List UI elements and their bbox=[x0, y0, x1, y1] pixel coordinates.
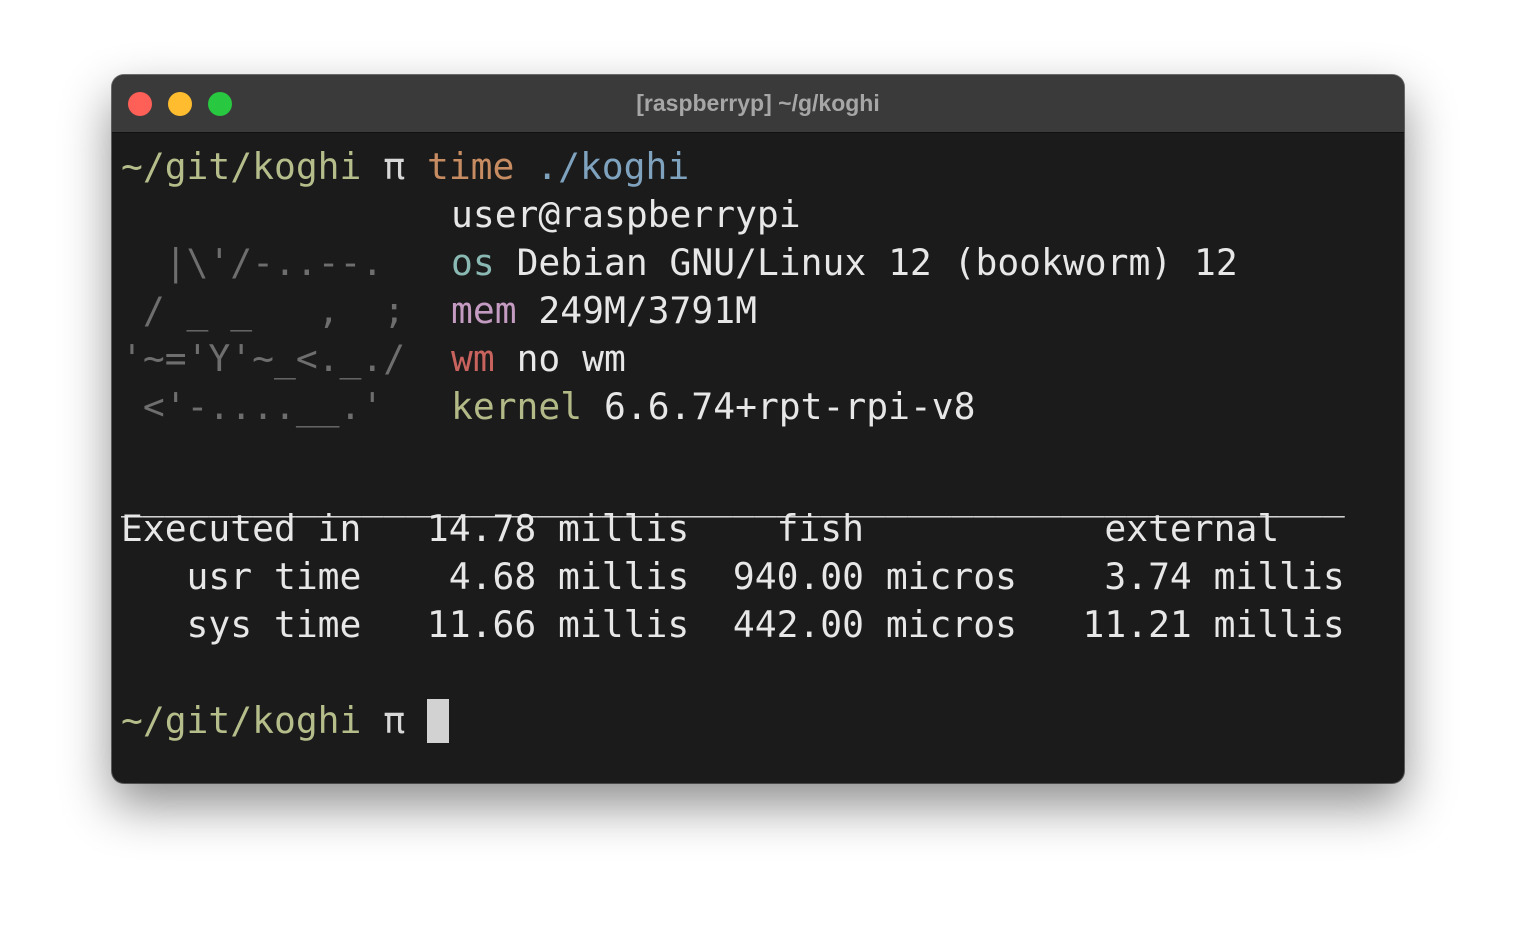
prompt-symbol: π bbox=[383, 145, 406, 188]
os-info: os Debian GNU/Linux 12 (bookworm) 12 bbox=[451, 241, 1238, 285]
user-host: user@raspberrypi bbox=[451, 193, 801, 236]
ascii-logo-line: <'-....__.' bbox=[121, 385, 384, 428]
wm-info: wm no wm bbox=[451, 337, 626, 381]
prompt-path: ~/git/koghi bbox=[121, 699, 362, 742]
timing-header: Executed in 14.78 millis fish external bbox=[121, 507, 1280, 550]
timing-row-usr: usr time 4.68 millis 940.00 micros 3.74 … bbox=[121, 555, 1345, 598]
ascii-logo-line: '~='Y'~_<._./ bbox=[121, 337, 406, 380]
prompt-line[interactable]: ~/git/koghi π bbox=[121, 699, 449, 743]
wm-value: no wm bbox=[516, 337, 626, 380]
timing-row-sys: sys time 11.66 millis 442.00 micros 11.2… bbox=[121, 603, 1345, 646]
text-cursor bbox=[426, 699, 449, 743]
command-name: time bbox=[426, 145, 515, 188]
wm-label: wm bbox=[451, 337, 495, 380]
os-label: os bbox=[451, 241, 495, 284]
title-bar[interactable]: [raspberryp] ~/g/koghi bbox=[112, 75, 1404, 133]
command-line: ~/git/koghi π time ./koghi bbox=[121, 145, 689, 189]
kernel-value: 6.6.74+rpt-rpi-v8 bbox=[603, 385, 976, 428]
mem-value: 249M/3791M bbox=[538, 289, 757, 332]
window-title: [raspberryp] ~/g/koghi bbox=[636, 90, 880, 116]
mem-info: mem 249M/3791M bbox=[451, 289, 757, 333]
ascii-logo-line: / _ _ , ; bbox=[121, 289, 406, 332]
prompt-path: ~/git/koghi bbox=[121, 145, 362, 188]
command-argument: ./koghi bbox=[536, 145, 690, 188]
os-value: Debian GNU/Linux 12 (bookworm) 12 bbox=[516, 241, 1238, 284]
mem-label: mem bbox=[451, 289, 517, 332]
terminal-window: [raspberryp] ~/g/koghi ~/git/koghi π tim… bbox=[112, 75, 1404, 783]
prompt-symbol: π bbox=[383, 699, 406, 742]
ascii-logo-line: |\'/-..--. bbox=[121, 241, 384, 284]
kernel-info: kernel 6.6.74+rpt-rpi-v8 bbox=[451, 385, 975, 429]
kernel-label: kernel bbox=[451, 385, 583, 428]
terminal-output[interactable]: ~/git/koghi π time ./koghi |\'/-..--. / … bbox=[121, 145, 1404, 783]
